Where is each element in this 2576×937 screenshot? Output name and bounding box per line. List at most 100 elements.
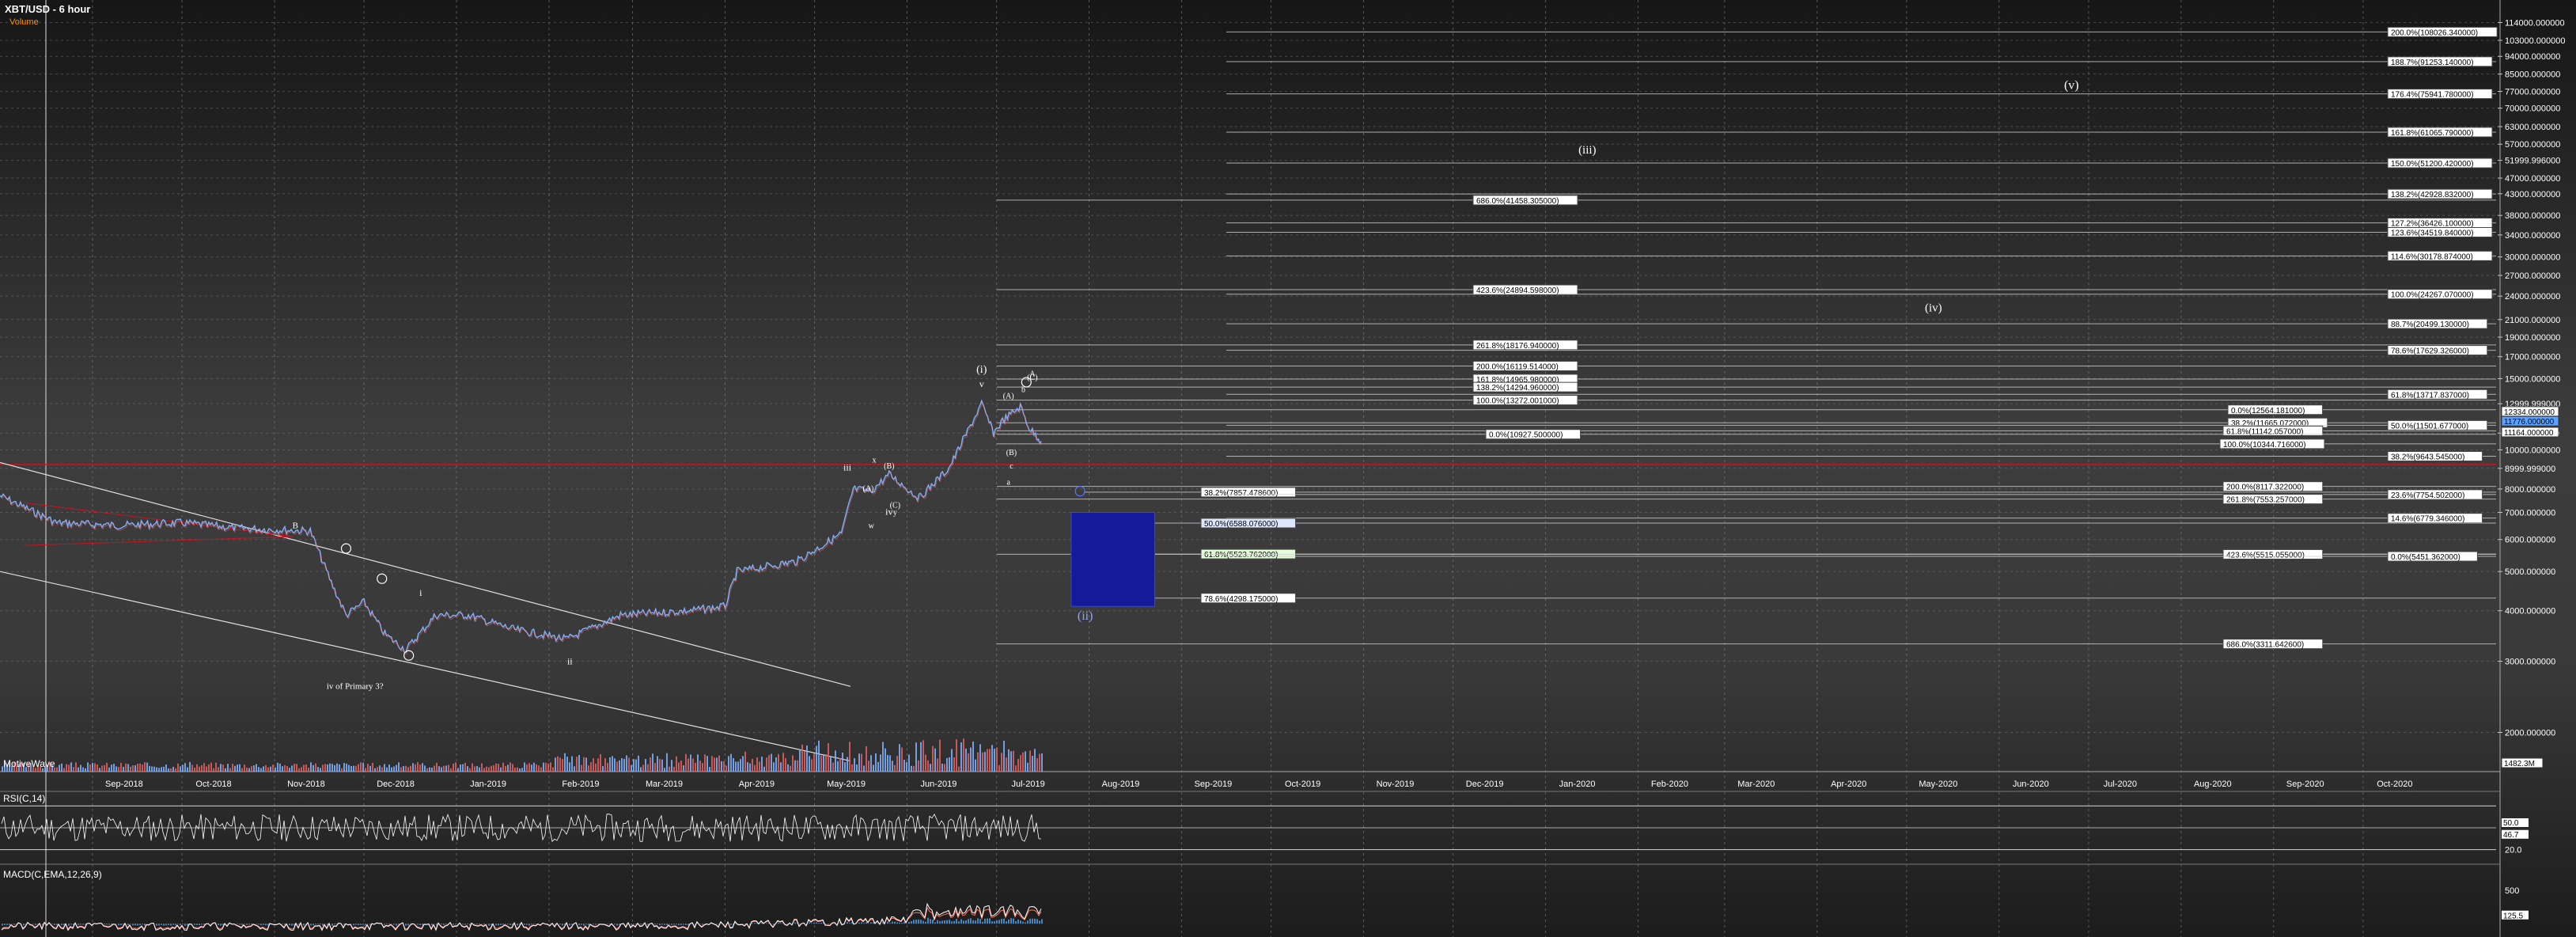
wave-label: v [979, 378, 984, 389]
volume-bar [462, 764, 464, 772]
volume-bar [581, 764, 582, 772]
volume-bar [965, 748, 967, 772]
wave-label: ii [567, 655, 573, 666]
time-tick-label: Mar-2019 [646, 780, 683, 789]
fib-label: 138.2%(42928.832000) [2391, 191, 2474, 199]
volume-bar [714, 757, 715, 772]
volume-bar [381, 767, 383, 772]
volume-bar [469, 768, 471, 772]
volume-badge-text: 1482.3M [2504, 760, 2535, 768]
volume-bar [695, 763, 696, 772]
volume-bar [322, 764, 324, 772]
volume-bar [310, 762, 312, 772]
volume-bar [1029, 750, 1031, 772]
volume-bar [301, 767, 302, 772]
volume-bar [1001, 753, 1002, 772]
volume-bar [918, 760, 919, 772]
volume-bar [59, 764, 60, 772]
macd-histogram-bar [313, 924, 314, 926]
macd-histogram-bar [951, 921, 953, 924]
volume-bar [692, 758, 694, 772]
volume-bar [1027, 762, 1029, 772]
motivewave-logo: MotiveWave [3, 758, 55, 769]
fib-label: 200.0%(8117.322000) [2226, 484, 2304, 492]
macd-histogram-bar [932, 920, 934, 924]
fib-label: 78.6%(17629.326000) [2391, 347, 2469, 356]
price-tick-label: 4000.000000 [2505, 607, 2555, 616]
macd-histogram-bar [443, 924, 445, 925]
macd-histogram-bar [165, 924, 167, 926]
volume-bar [749, 763, 751, 772]
macd-histogram-bar [137, 924, 138, 926]
volume-bar [362, 762, 364, 772]
volume-bar [583, 757, 585, 772]
volume-bar [137, 764, 138, 772]
macd-histogram-bar [794, 922, 796, 924]
volume-bar [920, 742, 922, 772]
fib-label: 686.0%(3311.642600) [2226, 641, 2304, 650]
price-tick-label: 7000.000000 [2505, 509, 2555, 518]
volume-bar [956, 739, 957, 772]
volume-bar [99, 768, 100, 772]
volume-bar [56, 767, 58, 772]
volume-bar [896, 756, 898, 772]
volume-bar [118, 767, 119, 772]
volume-bar [189, 762, 191, 772]
price-tick-label: 34000.000000 [2505, 231, 2560, 241]
macd-histogram-bar [1008, 919, 1010, 924]
volume-bar [386, 767, 388, 772]
volume-bar [911, 765, 912, 772]
macd-histogram-bar [170, 924, 172, 926]
macd-histogram-bar [260, 924, 262, 926]
volume-bar [253, 765, 255, 772]
target-box-label: (ii) [1078, 609, 1093, 623]
volume-bar [327, 764, 328, 772]
fib-label: 100.0%(24267.070000) [2391, 291, 2474, 300]
volume-bar [481, 763, 483, 772]
volume-bar [699, 761, 701, 772]
volume-bar [602, 765, 604, 772]
price-tick-label: 47000.000000 [2505, 174, 2560, 184]
volume-bar [566, 757, 568, 772]
volume-bar [407, 767, 409, 772]
price-chart[interactable]: Sep-2018 Oct-2018 Nov-2018 Dec-2018 Jan-2019… [0, 0, 2576, 937]
time-tick-label: Dec-2018 [377, 780, 415, 789]
volume-bar [619, 760, 620, 772]
volume-bar [239, 764, 241, 772]
chart-canvas[interactable]: Sep-2018 Oct-2018 Nov-2018 Dec-2018 Jan-2019… [0, 0, 2576, 937]
volume-bar [353, 765, 354, 772]
macd-histogram-bar [358, 924, 359, 926]
volume-bar [877, 761, 879, 772]
macd-histogram-bar [163, 924, 165, 926]
macd-histogram-bar [925, 921, 926, 924]
volume-bar [524, 762, 525, 772]
volume-bar [201, 764, 203, 772]
time-tick-label: Sep-2018 [105, 780, 143, 789]
wave-label: (A) [863, 485, 874, 494]
volume-bar [1041, 753, 1043, 772]
volume-bar [377, 767, 378, 772]
volume-bar [282, 766, 283, 772]
macd-histogram-bar [218, 924, 219, 925]
volume-bar [358, 764, 359, 772]
price-tick-label: 27000.000000 [2505, 271, 2560, 281]
fib-label: 50.0%(6588.076000) [1204, 520, 1278, 529]
volume-bar [1022, 752, 1024, 772]
volume-bar [533, 762, 535, 772]
volume-bar [339, 764, 340, 772]
volume-bar [1015, 765, 1017, 772]
volume-bar [453, 763, 454, 772]
rsi-badge-text: 46.7 [2503, 831, 2519, 840]
volume-bar [825, 754, 827, 772]
fib-label: 61.8%(5523.762000) [1204, 551, 1278, 560]
volume-bar [780, 762, 782, 772]
fib-label: 127.2%(36426.100000) [2391, 220, 2474, 229]
volume-bar [472, 763, 473, 772]
volume-bar [94, 763, 96, 772]
volume-bar [165, 764, 167, 772]
volume-bar [104, 764, 105, 772]
fib-label: 686.0%(41458.305000) [1476, 197, 1559, 206]
macd-histogram-bar [1039, 920, 1040, 924]
volume-bar [396, 764, 397, 772]
volume-bar [384, 764, 385, 772]
